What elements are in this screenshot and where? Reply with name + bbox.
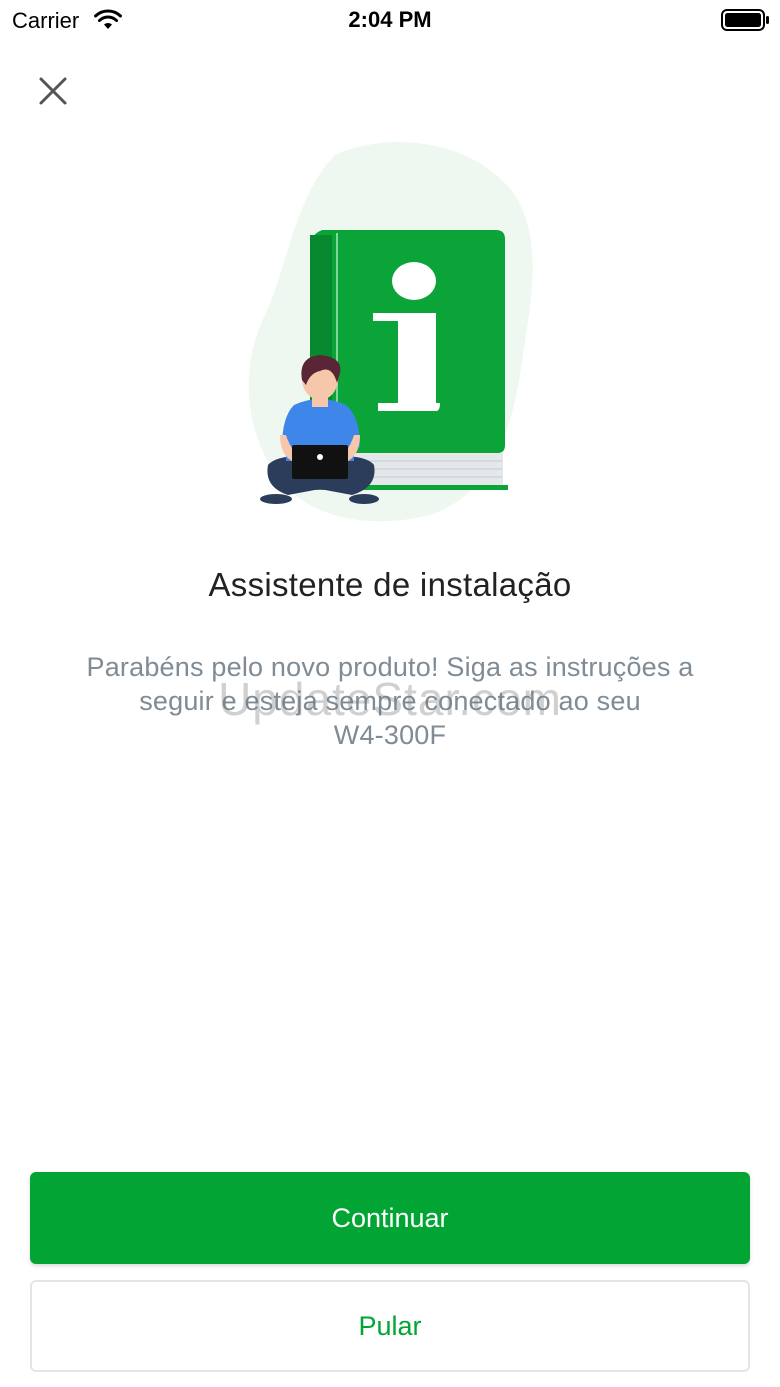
continue-button[interactable]: Continuar: [30, 1172, 750, 1264]
info-dot: [392, 262, 436, 300]
status-time: 2:04 PM: [348, 7, 432, 32]
skip-button[interactable]: Pular: [30, 1280, 750, 1372]
description-line: seguir e esteja sempre conectado ao seu: [139, 686, 641, 716]
description: Parabéns pelo novo produto! Siga as inst…: [40, 650, 740, 752]
close-icon: [39, 77, 67, 105]
battery-full-icon: [721, 9, 769, 31]
description-line: Parabéns pelo novo produto! Siga as inst…: [86, 652, 694, 682]
page-title: Assistente de instalação: [208, 566, 572, 603]
status-bar: Carrier 2:04 PM: [0, 0, 780, 40]
laptop: [292, 445, 348, 479]
description-line: W4-300F: [333, 720, 447, 750]
info-book-illustration: [248, 142, 533, 522]
close-button[interactable]: [33, 71, 73, 111]
